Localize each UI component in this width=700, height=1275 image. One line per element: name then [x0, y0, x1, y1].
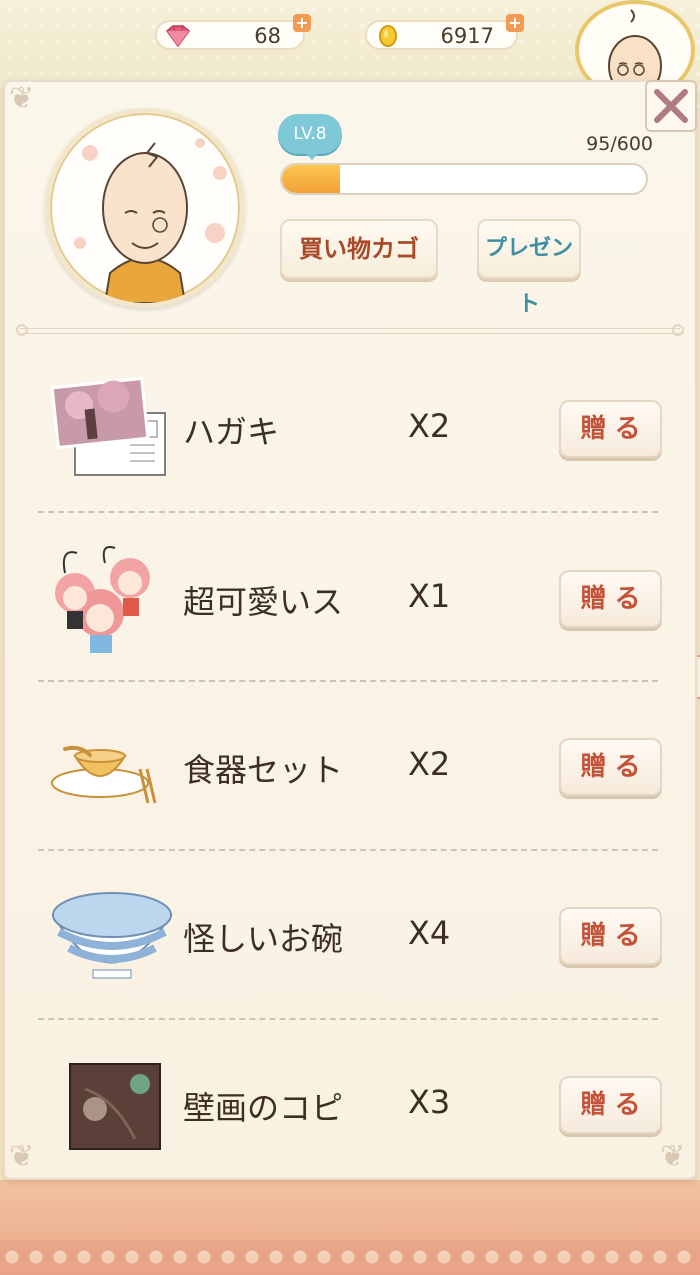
- give-button[interactable]: 贈る: [559, 570, 662, 628]
- section-divider: [16, 324, 684, 336]
- character-portrait: [45, 108, 245, 308]
- bowl-icon: [45, 880, 175, 990]
- item-name: 超可愛いス: [183, 583, 344, 621]
- list-item: 食器セット X2 贈る: [40, 703, 670, 833]
- postcard-icon: [45, 373, 175, 483]
- row-divider: [38, 511, 658, 513]
- item-count: X2: [408, 745, 451, 783]
- item-name: 食器セット: [183, 751, 344, 789]
- item-name: 怪しいお碗: [183, 920, 344, 958]
- add-coins-button[interactable]: +: [506, 14, 524, 32]
- item-count: X2: [408, 407, 451, 445]
- item-name: ハガキ: [183, 413, 280, 451]
- close-button[interactable]: [645, 80, 697, 132]
- list-item: 壁画のコピ X3 贈る: [40, 1041, 670, 1171]
- row-divider: [38, 849, 658, 851]
- close-icon: [654, 89, 688, 123]
- lace-border: [0, 1240, 700, 1275]
- item-count: X4: [408, 914, 451, 952]
- present-button[interactable]: プレゼント: [477, 219, 581, 317]
- item-count: X1: [408, 577, 451, 615]
- corner-ornament: ❦: [9, 81, 35, 116]
- exp-bar-fill: [282, 165, 340, 193]
- shopping-cart-button[interactable]: 買い物カゴ: [280, 219, 438, 279]
- gem-count: 68: [254, 24, 281, 48]
- item-name: 壁画のコピ: [183, 1089, 344, 1127]
- corner-ornament: ❦: [9, 1139, 35, 1174]
- mural-copy-icon: [45, 1049, 175, 1159]
- give-button[interactable]: 贈る: [559, 738, 662, 796]
- coin-counter: 6917 +: [365, 14, 524, 52]
- row-divider: [38, 1018, 658, 1020]
- strap-figures-icon: [45, 543, 175, 653]
- list-item: 超可愛いス X1 贈る: [40, 535, 670, 665]
- gem-icon: [163, 25, 193, 51]
- item-count: X3: [408, 1083, 451, 1121]
- list-item: 怪しいお碗 X4 贈る: [40, 872, 670, 1002]
- add-gems-button[interactable]: +: [293, 14, 311, 32]
- give-button[interactable]: 贈る: [559, 1076, 662, 1134]
- gem-counter: 68 +: [155, 14, 311, 51]
- exp-bar: [280, 163, 648, 195]
- coin-icon: [377, 24, 399, 52]
- give-button[interactable]: 贈る: [559, 907, 662, 965]
- coin-count: 6917: [440, 24, 494, 48]
- list-item: ハガキ X2 贈る: [40, 365, 670, 495]
- row-divider: [38, 680, 658, 682]
- tableware-icon: [45, 711, 175, 821]
- level-badge: LV.8: [278, 114, 342, 160]
- give-button[interactable]: 贈る: [559, 400, 662, 458]
- exp-text: 95/600: [586, 133, 653, 155]
